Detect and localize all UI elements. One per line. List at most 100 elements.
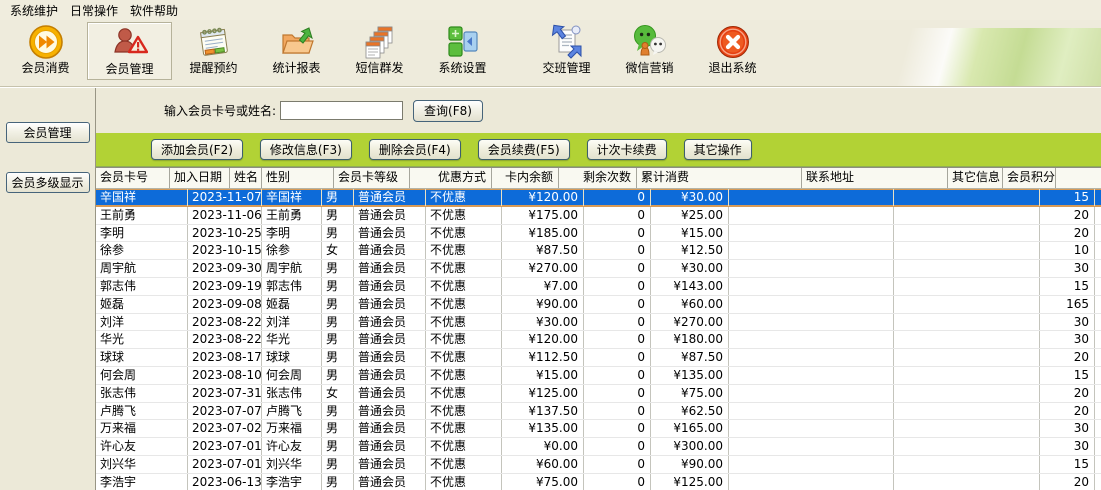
table-header-cell[interactable]: 联系地址 — [802, 168, 948, 188]
table-row[interactable]: 卢腾飞 2023-07-07 卢腾飞 男 普通会员 不优惠 ¥137.50 0 … — [96, 403, 1101, 421]
cell-name: 郭志伟 — [262, 278, 322, 295]
action-button[interactable]: 删除会员(F4) — [369, 139, 461, 160]
cell-join-date: 2023-11-06 — [188, 207, 262, 224]
cell-other-info — [894, 296, 1040, 313]
content-area: 会员管理 会员多级显示 输入会员卡号或姓名: 查询(F8) 添加会员(F2) 修… — [0, 87, 1101, 490]
cell-times-left: 0 — [584, 331, 651, 348]
sidebar-button[interactable]: 会员多级显示 — [6, 172, 90, 193]
cell-balance: ¥75.00 — [502, 474, 584, 490]
cell-join-date: 2023-10-15 — [188, 242, 262, 259]
cell-address — [729, 331, 894, 348]
cell-gender: 男 — [322, 189, 354, 206]
cell-address — [729, 403, 894, 420]
search-label: 输入会员卡号或姓名: — [164, 102, 276, 119]
cell-times-left: 0 — [584, 278, 651, 295]
cell-discount-type: 不优惠 — [426, 474, 502, 490]
table-row[interactable]: 何会周 2023-08-10 何会周 男 普通会员 不优惠 ¥15.00 0 ¥… — [96, 367, 1101, 385]
table-row[interactable]: 许心友 2023-07-01 许心友 男 普通会员 不优惠 ¥0.00 0 ¥3… — [96, 438, 1101, 456]
table-header-cell[interactable]: 会员卡号 — [96, 168, 170, 188]
search-input[interactable] — [280, 101, 403, 120]
table-row[interactable]: 华光 2023-08-22 华光 男 普通会员 不优惠 ¥120.00 0 ¥1… — [96, 331, 1101, 349]
action-button[interactable]: 添加会员(F2) — [151, 139, 243, 160]
cell-card-level: 普通会员 — [354, 278, 426, 295]
toolbar-button-label: 微信营销 — [625, 61, 673, 75]
table-row[interactable]: 李浩宇 2023-06-13 李浩宇 男 普通会员 不优惠 ¥75.00 0 ¥… — [96, 474, 1101, 490]
toolbar-button-label: 统计报表 — [272, 61, 320, 75]
cell-other-info — [894, 331, 1040, 348]
table-row[interactable]: 姬磊 2023-09-08 姬磊 男 普通会员 不优惠 ¥90.00 0 ¥60… — [96, 296, 1101, 314]
cell-card-number: 刘兴华 — [96, 456, 188, 473]
sidebar-button[interactable]: 会员管理 — [6, 122, 90, 143]
toolbar-button-label: 交班管理 — [542, 61, 590, 75]
cell-join-date: 2023-07-02 — [188, 420, 262, 437]
table-row[interactable]: 李明 2023-10-25 李明 男 普通会员 不优惠 ¥185.00 0 ¥1… — [96, 225, 1101, 243]
table-header-cell[interactable]: 加入日期 — [170, 168, 230, 188]
action-button[interactable]: 其它操作 — [684, 139, 752, 160]
action-button[interactable]: 修改信息(F3) — [260, 139, 352, 160]
menu-item[interactable]: 日常操作 — [64, 0, 124, 21]
toolbar-button[interactable]: 会员管理 — [87, 22, 172, 80]
cell-other-info — [894, 385, 1040, 402]
cell-times-left: 0 — [584, 420, 651, 437]
table-header-cell[interactable]: 剩余次数 — [559, 168, 637, 188]
table-header-cell[interactable]: 性别 — [262, 168, 334, 188]
cell-address — [729, 456, 894, 473]
cell-gender: 男 — [322, 438, 354, 455]
action-button[interactable]: 计次卡续费 — [587, 139, 667, 160]
table-row[interactable]: 辛国祥 2023-11-07 辛国祥 男 普通会员 不优惠 ¥120.00 0 … — [96, 189, 1101, 207]
toolbar-button[interactable]: 交班管理 — [525, 22, 608, 78]
cell-points: 30 — [1040, 260, 1095, 277]
cell-total-spent: ¥30.00 — [651, 189, 729, 206]
toolbar-button[interactable]: 统计报表 — [255, 22, 338, 78]
cell-card-level: 普通会员 — [354, 403, 426, 420]
cell-join-date: 2023-09-19 — [188, 278, 262, 295]
table-row[interactable]: 徐参 2023-10-15 徐参 女 普通会员 不优惠 ¥87.50 0 ¥12… — [96, 242, 1101, 260]
table-row[interactable]: 郭志伟 2023-09-19 郭志伟 男 普通会员 不优惠 ¥7.00 0 ¥1… — [96, 278, 1101, 296]
query-button[interactable]: 查询(F8) — [413, 100, 483, 122]
toolbar-button[interactable]: 退出系统 — [691, 22, 774, 78]
menu-item[interactable]: 系统维护 — [4, 0, 64, 21]
cell-balance: ¥7.00 — [502, 278, 584, 295]
cell-balance: ¥125.00 — [502, 385, 584, 402]
cell-card-number: 周宇航 — [96, 260, 188, 277]
cell-gender: 男 — [322, 403, 354, 420]
table-row[interactable]: 刘兴华 2023-07-01 刘兴华 男 普通会员 不优惠 ¥60.00 0 ¥… — [96, 456, 1101, 474]
table-header-cell[interactable]: 累计消费 — [637, 168, 802, 188]
toolbar-button[interactable]: 短信群发 — [338, 22, 421, 78]
cell-other-info — [894, 314, 1040, 331]
toolbar-button[interactable]: 会员消费 — [4, 22, 87, 78]
table-header-cell[interactable]: 其它信息 — [948, 168, 1003, 188]
action-button[interactable]: 会员续费(F5) — [478, 139, 570, 160]
cell-discount-type: 不优惠 — [426, 225, 502, 242]
cell-join-date: 2023-08-22 — [188, 331, 262, 348]
toolbar-button[interactable]: 提醒预约 — [172, 22, 255, 78]
cell-name: 李浩宇 — [262, 474, 322, 490]
toolbar-button[interactable]: 微信营销 — [608, 22, 691, 78]
table-header-cell[interactable]: 姓名 — [230, 168, 262, 188]
table-row[interactable]: 刘洋 2023-08-22 刘洋 男 普通会员 不优惠 ¥30.00 0 ¥27… — [96, 314, 1101, 332]
cell-address — [729, 385, 894, 402]
cell-points: 15 — [1040, 367, 1095, 384]
table-header-cell[interactable]: 优惠方式 — [410, 168, 492, 188]
table-row[interactable]: 张志伟 2023-07-31 张志伟 女 普通会员 不优惠 ¥125.00 0 … — [96, 385, 1101, 403]
cell-join-date: 2023-07-31 — [188, 385, 262, 402]
cell-times-left: 0 — [584, 403, 651, 420]
table-header-cell[interactable]: 卡内余额 — [492, 168, 559, 188]
cell-balance: ¥120.00 — [502, 331, 584, 348]
cell-name: 球球 — [262, 349, 322, 366]
member-alert-icon — [112, 24, 148, 62]
cell-address — [729, 189, 894, 206]
cell-total-spent: ¥90.00 — [651, 456, 729, 473]
cell-balance: ¥112.50 — [502, 349, 584, 366]
cell-card-number: 王前勇 — [96, 207, 188, 224]
cell-address — [729, 242, 894, 259]
table-row[interactable]: 王前勇 2023-11-06 王前勇 男 普通会员 不优惠 ¥175.00 0 … — [96, 207, 1101, 225]
cell-times-left: 0 — [584, 385, 651, 402]
toolbar-button[interactable]: 系统设置 — [421, 22, 504, 78]
table-row[interactable]: 周宇航 2023-09-30 周宇航 男 普通会员 不优惠 ¥270.00 0 … — [96, 260, 1101, 278]
table-row[interactable]: 球球 2023-08-17 球球 男 普通会员 不优惠 ¥112.50 0 ¥8… — [96, 349, 1101, 367]
menu-item[interactable]: 软件帮助 — [124, 0, 184, 21]
table-header-cell[interactable]: 会员卡等级 — [334, 168, 410, 188]
table-header-cell[interactable]: 会员积分 — [1003, 168, 1056, 188]
table-row[interactable]: 万来福 2023-07-02 万来福 男 普通会员 不优惠 ¥135.00 0 … — [96, 420, 1101, 438]
